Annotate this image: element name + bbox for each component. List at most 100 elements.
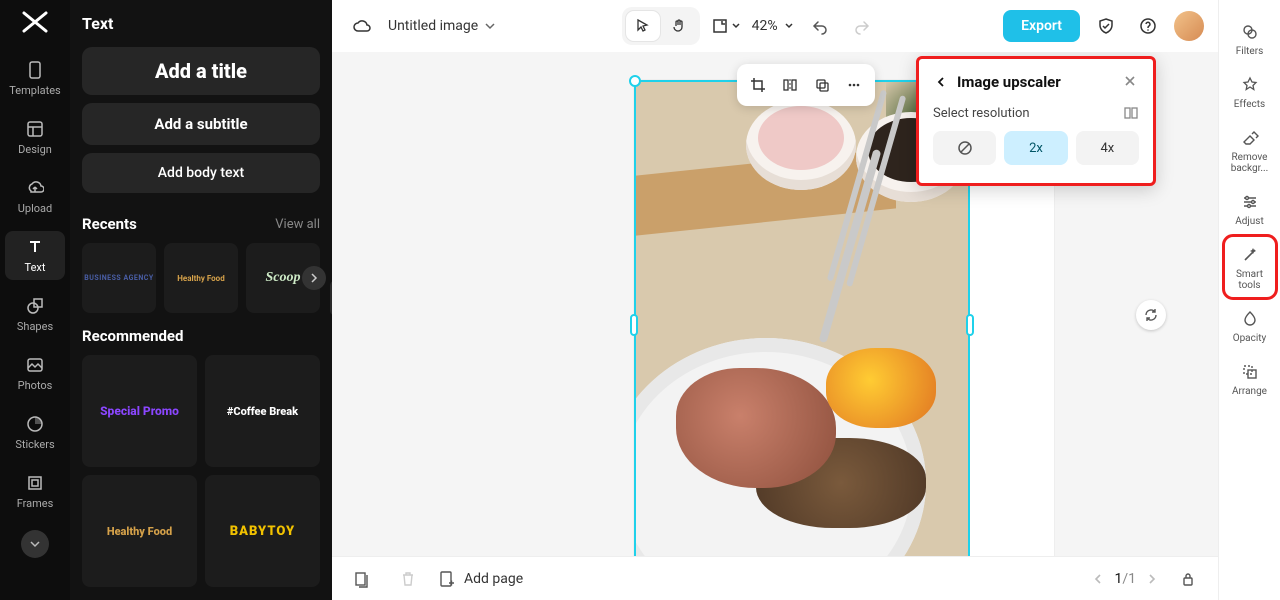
popover-title: Image upscaler (957, 73, 1061, 91)
chevron-down-icon (784, 21, 794, 31)
cloud-sync-button[interactable] (346, 10, 378, 42)
flip-icon (782, 77, 798, 93)
text-preset-thumb[interactable]: BUSINESS AGENCY (82, 243, 156, 313)
design-icon (25, 119, 45, 139)
duplicate-icon (814, 77, 830, 93)
duplicate-button[interactable] (807, 70, 837, 100)
shield-button[interactable] (1090, 10, 1122, 42)
rrail-adjust[interactable]: Adjust (1225, 184, 1275, 233)
resolution-2x-button[interactable]: 2x (1004, 131, 1067, 165)
rail-label: Design (18, 143, 52, 156)
crop-button[interactable] (743, 70, 773, 100)
pages-overview-button[interactable] (346, 563, 378, 595)
regenerate-button[interactable] (1136, 300, 1166, 330)
add-page-icon (438, 570, 456, 588)
rrail-filters[interactable]: Filters (1225, 14, 1275, 63)
rail-item-templates[interactable]: Templates (5, 54, 65, 103)
close-popover-button[interactable] (1123, 71, 1143, 91)
document-title[interactable]: Untitled image (388, 18, 496, 34)
flip-button[interactable] (775, 70, 805, 100)
rail-label: Photos (18, 379, 53, 392)
rrail-remove-bg[interactable]: Remove backgr... (1225, 120, 1275, 180)
text-preset-thumb[interactable]: BABYTOY (205, 475, 320, 587)
app-logo-icon[interactable] (19, 8, 51, 36)
compare-icon[interactable] (1123, 105, 1139, 121)
more-options-button[interactable] (839, 70, 869, 100)
chevron-down-icon (731, 21, 741, 31)
panel-title: Text (82, 14, 320, 33)
image-upscaler-popover: Image upscaler Select resolution 2x 4x (916, 56, 1156, 186)
photos-icon (25, 355, 45, 375)
rail-item-photos[interactable]: Photos (5, 349, 65, 398)
text-preset-thumb[interactable]: Healthy Food (164, 243, 238, 313)
main-area: Untitled image 42% Export Page 1 (332, 0, 1218, 600)
help-icon (1139, 17, 1157, 35)
redo-button[interactable] (846, 10, 878, 42)
rail-label: Text (25, 261, 46, 274)
add-subtitle-button[interactable]: Add a subtitle (82, 103, 320, 145)
rail-item-shapes[interactable]: Shapes (5, 290, 65, 339)
help-button[interactable] (1132, 10, 1164, 42)
user-avatar[interactable] (1174, 11, 1204, 41)
resolution-none-button[interactable] (933, 131, 996, 165)
chevron-down-icon (29, 538, 41, 550)
add-title-button[interactable]: Add a title (82, 47, 320, 95)
text-preset-thumb[interactable]: #Coffee Break (205, 355, 320, 467)
export-button[interactable]: Export (1003, 10, 1080, 42)
back-button[interactable] (933, 74, 949, 90)
rail-item-stickers[interactable]: Stickers (5, 408, 65, 457)
rail-item-frames[interactable]: Frames (5, 467, 65, 516)
hand-tool-button[interactable] (662, 11, 696, 41)
lock-button[interactable] (1172, 563, 1204, 595)
shapes-icon (25, 296, 45, 316)
next-presets-button[interactable] (302, 266, 326, 290)
rail-more-button[interactable] (21, 530, 49, 558)
resize-handle-left[interactable] (630, 314, 638, 336)
recents-heading: Recents (82, 215, 137, 233)
rrail-opacity[interactable]: Opacity (1225, 301, 1275, 350)
opacity-icon (1240, 309, 1260, 329)
top-bar: Untitled image 42% Export (332, 0, 1218, 52)
shield-icon (1097, 17, 1115, 35)
rrail-arrange[interactable]: Arrange (1225, 354, 1275, 403)
next-page-button[interactable] (1146, 573, 1158, 585)
bottom-bar: Add page 1/1 (332, 556, 1218, 600)
rail-label: Stickers (15, 438, 54, 451)
right-rail: Filters Effects Remove backgr... Adjust … (1218, 0, 1280, 600)
resolution-4x-button[interactable]: 4x (1076, 131, 1139, 165)
view-all-link[interactable]: View all (275, 217, 320, 232)
rail-item-design[interactable]: Design (5, 113, 65, 162)
undo-button[interactable] (804, 10, 836, 42)
hand-icon (671, 18, 687, 34)
templates-icon (25, 60, 45, 80)
cursor-icon (635, 18, 651, 34)
select-tool-button[interactable] (626, 11, 660, 41)
effects-icon (1240, 75, 1260, 95)
rail-item-text[interactable]: Text (5, 231, 65, 280)
resize-icon (711, 17, 729, 35)
resize-handle-tl[interactable] (629, 75, 641, 87)
rail-label: Upload (18, 202, 52, 215)
lock-icon (1180, 571, 1196, 587)
add-body-text-button[interactable]: Add body text (82, 153, 320, 193)
frames-icon (25, 473, 45, 493)
filters-icon (1240, 22, 1260, 42)
redo-icon (853, 17, 871, 35)
prev-page-button[interactable] (1092, 573, 1104, 585)
zoom-control[interactable]: 42% (752, 18, 794, 34)
text-preset-thumb[interactable]: Special Promo (82, 355, 197, 467)
add-page-button[interactable]: Add page (438, 570, 523, 588)
delete-page-button[interactable] (392, 563, 424, 595)
rail-item-upload[interactable]: Upload (5, 172, 65, 221)
resize-canvas-button[interactable] (710, 10, 742, 42)
resolution-options: 2x 4x (933, 131, 1139, 165)
chevron-left-icon (1092, 573, 1104, 585)
rrail-smart-tools[interactable]: Smart tools (1225, 237, 1275, 297)
canvas[interactable]: Page 1 (332, 52, 1218, 600)
adjust-icon (1240, 192, 1260, 212)
text-preset-thumb[interactable]: Healthy Food (82, 475, 197, 587)
text-panel: Text Add a title Add a subtitle Add body… (70, 0, 332, 600)
chevron-down-icon (484, 20, 496, 32)
resize-handle-right[interactable] (966, 314, 974, 336)
rrail-effects[interactable]: Effects (1225, 67, 1275, 116)
